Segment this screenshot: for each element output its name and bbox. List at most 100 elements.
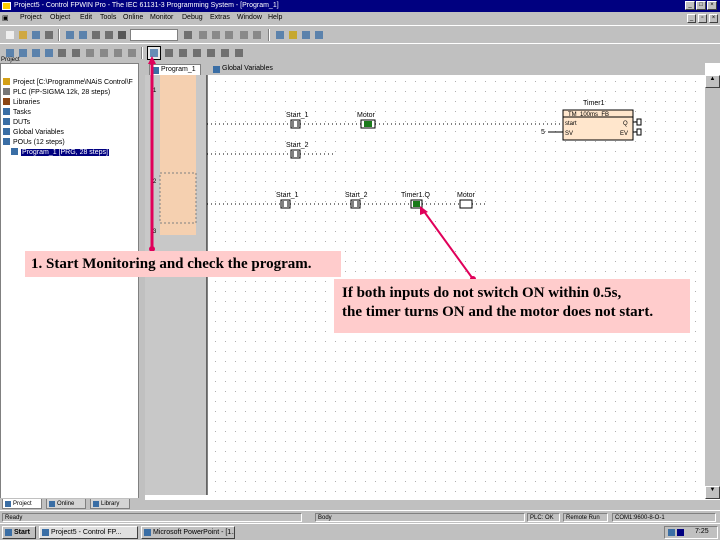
app-icon[interactable] <box>2 2 11 10</box>
globals-icon <box>3 128 10 135</box>
build-icon[interactable] <box>77 29 89 41</box>
tray-network-icon[interactable] <box>668 529 675 536</box>
undo-icon[interactable] <box>238 29 250 41</box>
upload-icon[interactable] <box>103 29 115 41</box>
taskbar-powerpoint[interactable]: Microsoft PowerPoint - [1... <box>141 526 235 539</box>
tab-project[interactable]: Project <box>2 499 42 509</box>
copy-icon[interactable] <box>210 29 222 41</box>
force-icon[interactable] <box>177 47 189 59</box>
document-tabs: Program_1 Global Variables <box>145 63 705 75</box>
redo-icon[interactable] <box>251 29 263 41</box>
timer-pin-ev: EV <box>620 131 628 137</box>
menu-debug[interactable]: Debug <box>182 14 203 21</box>
key-icon[interactable] <box>287 29 299 41</box>
tree-item-libraries[interactable]: Libraries <box>3 98 40 107</box>
tree-item-pous[interactable]: POUs (12 steps) <box>3 138 65 147</box>
minimize-button[interactable]: _ <box>685 1 695 10</box>
variables-icon[interactable] <box>300 29 312 41</box>
plc-icon[interactable] <box>56 47 68 59</box>
search-combo[interactable] <box>130 29 178 41</box>
save-icon[interactable] <box>30 29 42 41</box>
program-icon <box>11 148 18 155</box>
watch-icon[interactable] <box>219 47 231 59</box>
scroll-up-icon[interactable]: ▲ <box>705 75 720 88</box>
maximize-button[interactable]: □ <box>696 1 706 10</box>
menu-edit[interactable]: Edit <box>80 14 92 21</box>
dropdown-icon[interactable] <box>182 29 194 41</box>
step-icon[interactable] <box>205 47 217 59</box>
horizontal-scrollbar[interactable] <box>145 499 720 510</box>
menu-project[interactable]: Project <box>20 14 42 21</box>
status-icon[interactable] <box>98 47 110 59</box>
menu-online[interactable]: Online <box>123 14 143 21</box>
monitor-data-icon[interactable] <box>163 47 175 59</box>
breakpoint-icon[interactable] <box>191 47 203 59</box>
vertical-scrollbar[interactable]: ▲ ▼ <box>705 75 720 499</box>
compare-icon[interactable] <box>84 47 96 59</box>
tree-item-tasks[interactable]: Tasks <box>3 108 31 117</box>
mdi-minimize-button[interactable]: _ <box>687 14 696 23</box>
tab-library[interactable]: Library <box>90 499 130 509</box>
mdi-close-button[interactable]: × <box>709 14 718 23</box>
tree-item-global-variables[interactable]: Global Variables <box>3 128 64 137</box>
status-mode: Remote Run <box>563 513 608 522</box>
status-plc: PLC: OK <box>527 513 560 522</box>
menu-object[interactable]: Object <box>50 14 70 21</box>
menu-doc-icon[interactable]: ▣ <box>2 14 9 22</box>
timer-type-label: TM_100ms_FB <box>568 112 609 118</box>
transfer-icon[interactable] <box>70 47 82 59</box>
run-icon[interactable] <box>30 47 42 59</box>
tree-item-duts[interactable]: DUTs <box>3 118 30 127</box>
menu-help[interactable]: Help <box>268 14 282 21</box>
info-icon[interactable] <box>126 47 138 59</box>
close-button[interactable]: × <box>707 1 717 10</box>
help-icon[interactable] <box>313 29 325 41</box>
callout-start-monitoring: 1. Start Monitoring and check the progra… <box>25 251 341 277</box>
standard-toolbar <box>0 25 720 43</box>
start-button[interactable]: Start <box>2 526 36 539</box>
find-icon[interactable] <box>116 29 128 41</box>
tab-online[interactable]: Online <box>46 499 86 509</box>
taskbar: Start Project5 - Control FP... Microsoft… <box>0 523 720 540</box>
paste-icon[interactable] <box>223 29 235 41</box>
print-icon[interactable] <box>43 29 55 41</box>
taskbar-clock: 7:25 <box>695 528 709 535</box>
error-icon[interactable] <box>112 47 124 59</box>
mdi-restore-button[interactable]: ▫ <box>698 14 707 23</box>
tree-item-program1[interactable]: Program_1 [PRG, 28 steps] <box>11 148 109 157</box>
rung2-contact1[interactable] <box>280 199 291 209</box>
rung1-contact1-label: Start_1 <box>286 112 309 119</box>
menu-extras[interactable]: Extras <box>210 14 230 21</box>
rung2-contact1-label: Start_1 <box>276 192 299 199</box>
rung2-output-label: Motor <box>457 192 476 199</box>
tool-icon[interactable] <box>274 29 286 41</box>
timer-q-out <box>636 118 642 126</box>
rung2-motor-coil[interactable] <box>459 199 473 209</box>
callout-line-2: the timer turns ON and the motor does no… <box>342 304 654 320</box>
rung1-contact2[interactable] <box>290 149 301 159</box>
monitoring-icon[interactable] <box>147 46 161 60</box>
tray-volume-icon[interactable] <box>677 529 684 536</box>
compile-icon[interactable] <box>64 29 76 41</box>
rung1-contact1[interactable] <box>290 119 301 129</box>
timer-instance-label: Timer1 <box>583 100 605 107</box>
trace-icon[interactable] <box>233 47 245 59</box>
taskbar-fpwin[interactable]: Project5 - Control FP... <box>39 526 138 539</box>
open-icon[interactable] <box>17 29 29 41</box>
tree-item-plc[interactable]: PLC (FP-SIGMA 12k, 28 steps) <box>3 88 110 97</box>
prog-mode-icon[interactable] <box>43 47 55 59</box>
menu-tools[interactable]: Tools <box>100 14 116 21</box>
new-icon[interactable] <box>4 29 16 41</box>
project-panel-caption: Project <box>1 57 20 63</box>
download-icon[interactable] <box>90 29 102 41</box>
menu-monitor[interactable]: Monitor <box>150 14 173 21</box>
tab-global-variables[interactable]: Global Variables <box>211 64 277 75</box>
tree-item-project[interactable]: Project [C:\Programme\NAiS Control\F <box>3 78 133 87</box>
rung2-contact2[interactable] <box>350 199 361 209</box>
window-title-bar[interactable]: Project5 - Control FPWIN Pro - The IEC 6… <box>0 0 720 12</box>
scroll-down-icon[interactable]: ▼ <box>705 486 720 499</box>
cut-icon[interactable] <box>197 29 209 41</box>
menu-window[interactable]: Window <box>237 14 262 21</box>
system-tray: 7:25 <box>664 526 718 539</box>
tab-program1[interactable]: Program_1 <box>149 64 201 75</box>
